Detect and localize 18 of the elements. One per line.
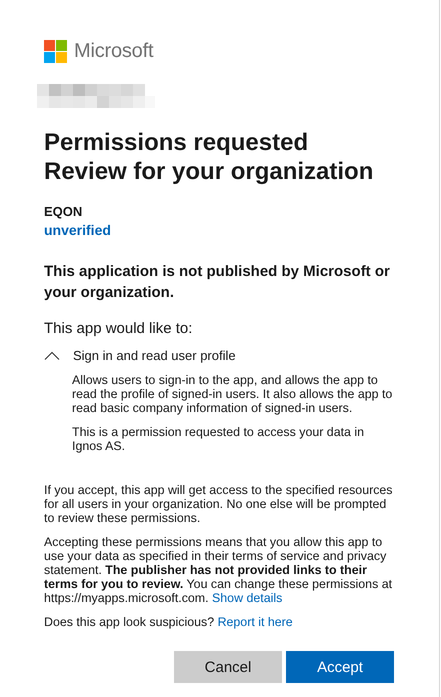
report-text: Does this app look suspicious? Report it here xyxy=(44,615,294,629)
page-title: Review for your organization xyxy=(44,157,374,186)
consent-text: If you accept, this app will get access to the specified resources for all users in your organization. No one else will be prompted to review these permissions. xyxy=(44,483,394,525)
show-details-link[interactable]: Show details xyxy=(212,591,282,605)
warning-text: This application is not published by Microsoft or your organization. xyxy=(44,262,391,303)
app-name: EQON xyxy=(44,204,84,219)
permission-description: This is a permission requested to access your data in Ignos AS. xyxy=(72,425,366,453)
cancel-button[interactable]: Cancel xyxy=(174,651,282,683)
permission-toggle[interactable]: Sign in and read user profile xyxy=(44,348,236,363)
terms-text: Accepting these permissions means that you allow this app to use your data as specified in their terms of service and privacy statement. The publisher has not provided links to their terms for you to review. You can change these permissions at https://myapps.microsoft.com. Show details xyxy=(44,535,394,605)
microsoft-logo-icon xyxy=(44,40,67,63)
brand-name: Microsoft xyxy=(74,40,154,63)
intro-text: This app would like to: xyxy=(44,320,194,337)
page-title: Permissions requested xyxy=(44,128,310,157)
permission-description: Allows users to sign-in to the app, and allows the app to read the profile of signed-in users. It also allows the app to read basic company information of signed-in users. xyxy=(72,373,394,415)
report-link[interactable]: Report it here xyxy=(218,615,293,629)
accept-button[interactable]: Accept xyxy=(286,651,394,683)
verification-link[interactable]: unverified xyxy=(44,222,111,238)
